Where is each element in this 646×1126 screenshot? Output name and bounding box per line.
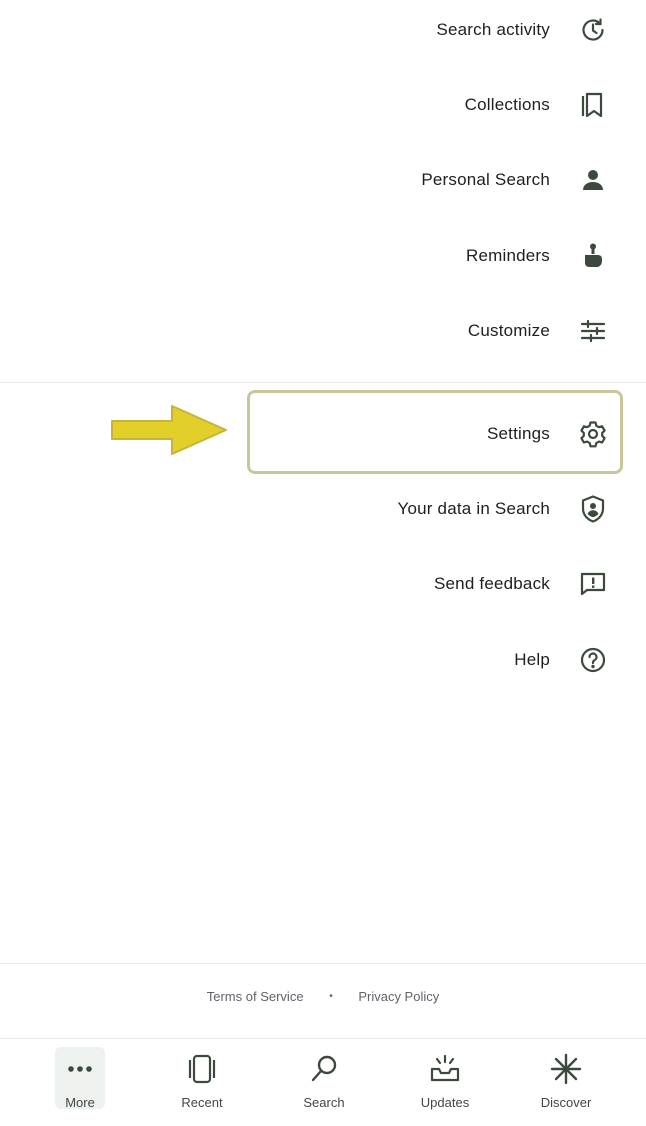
menu-divider <box>0 382 646 383</box>
nav-label: More <box>65 1095 95 1110</box>
more-dots-icon <box>62 1053 98 1085</box>
reminder-icon <box>578 241 608 271</box>
menu-item-label: Your data in Search <box>397 499 550 518</box>
nav-item-updates[interactable]: Updates <box>390 1053 500 1117</box>
footer-links: Terms of Service • Privacy Policy <box>0 988 646 1014</box>
menu-item-label: Help <box>514 650 550 669</box>
menu-item-help[interactable]: Help <box>0 632 646 688</box>
help-icon <box>578 645 608 675</box>
menu-item-personal-search[interactable]: Personal Search <box>0 152 646 208</box>
gear-icon <box>578 419 608 449</box>
discover-icon <box>548 1053 584 1085</box>
person-icon <box>578 165 608 195</box>
updates-icon <box>427 1053 463 1085</box>
footer-divider <box>0 963 646 964</box>
nav-label: Updates <box>420 1095 470 1110</box>
nav-label: Discover <box>540 1095 592 1110</box>
tune-icon <box>578 316 608 346</box>
feedback-icon <box>578 569 608 599</box>
menu-item-collections[interactable]: Collections <box>0 77 646 133</box>
menu-item-label: Collections <box>464 95 550 114</box>
bookmark-icon <box>578 90 608 120</box>
history-icon <box>578 15 608 45</box>
menu-item-send-feedback[interactable]: Send feedback <box>0 556 646 612</box>
menu-item-reminders[interactable]: Reminders <box>0 228 646 284</box>
recent-icon <box>184 1053 220 1085</box>
bottom-navigation-bar: More Recent Search Updates Discover <box>0 1038 646 1126</box>
nav-item-more[interactable]: More <box>25 1047 135 1117</box>
search-icon <box>306 1053 342 1085</box>
nav-label: Recent <box>181 1095 223 1110</box>
shield-person-icon <box>578 494 608 524</box>
nav-item-search[interactable]: Search <box>269 1053 379 1117</box>
menu-item-label: Personal Search <box>421 170 550 189</box>
menu-item-search-activity[interactable]: Search activity <box>0 2 646 58</box>
menu-item-label: Search activity <box>436 20 550 39</box>
footer-separator: • <box>329 991 333 1003</box>
terms-of-service-link[interactable]: Terms of Service <box>207 989 304 1004</box>
nav-label: Search <box>303 1095 345 1110</box>
nav-item-discover[interactable]: Discover <box>511 1053 621 1117</box>
menu-item-label: Customize <box>467 321 550 340</box>
more-menu-page: Search activity Collections Personal Sea… <box>0 0 646 1126</box>
nav-item-recent[interactable]: Recent <box>147 1053 257 1117</box>
menu-item-label: Settings <box>486 424 550 443</box>
menu-item-your-data-in-search[interactable]: Your data in Search <box>0 481 646 537</box>
privacy-policy-link[interactable]: Privacy Policy <box>358 989 439 1004</box>
menu-item-label: Reminders <box>466 246 550 265</box>
menu-item-label: Send feedback <box>433 574 550 593</box>
menu-item-settings[interactable]: Settings <box>0 406 646 462</box>
menu-item-customize[interactable]: Customize <box>0 303 646 359</box>
